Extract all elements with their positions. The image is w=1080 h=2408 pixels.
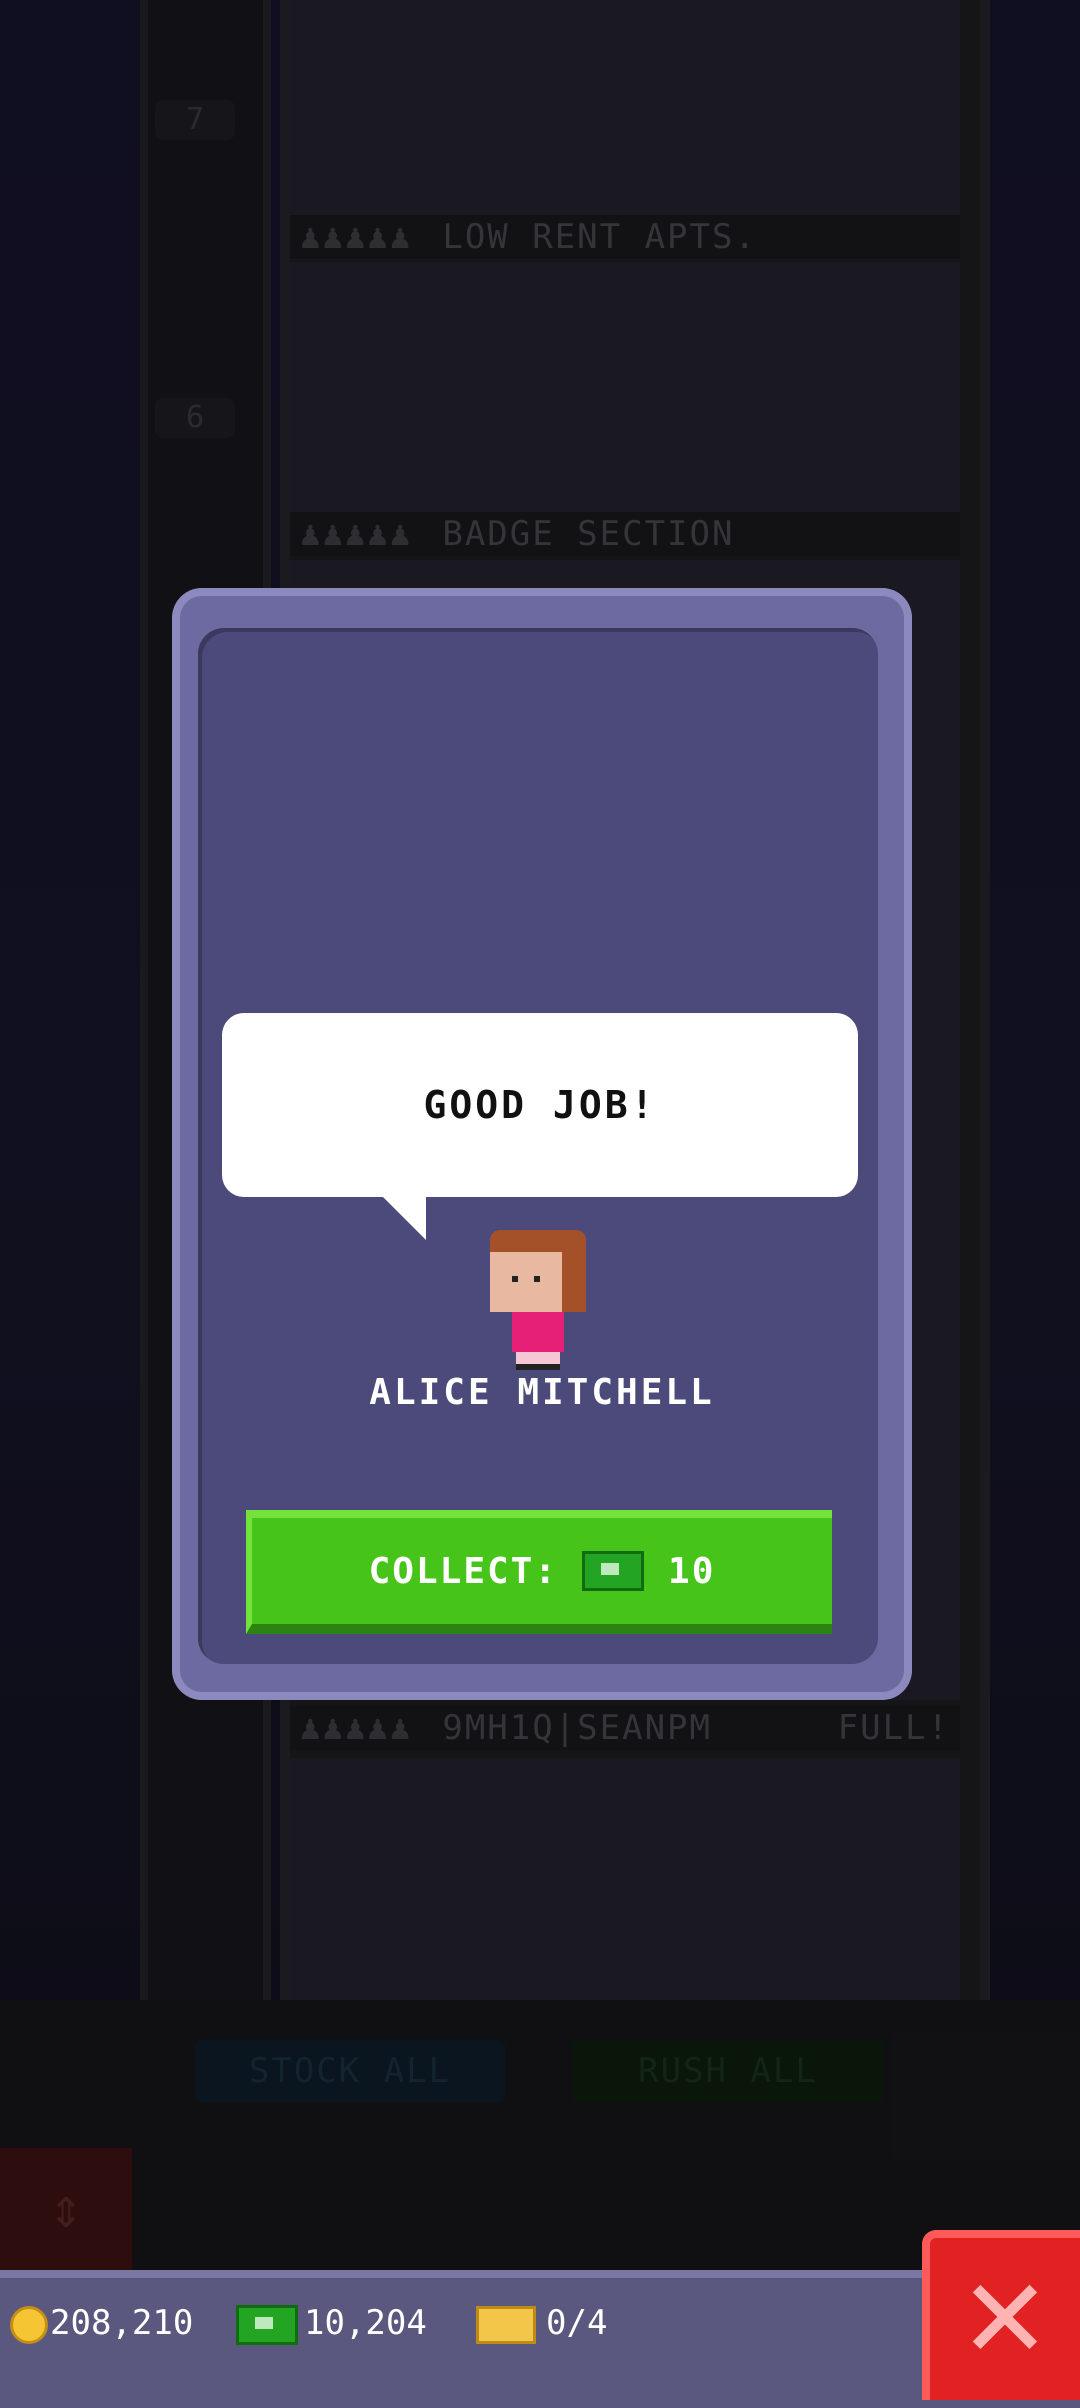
avatar-legs [516, 1352, 560, 1364]
tickets-counter: 0/4 [476, 2278, 607, 2368]
ticket-icon [476, 2305, 536, 2344]
bux-icon [582, 1551, 645, 1591]
speech-bubble: GOOD JOB! [222, 1013, 858, 1197]
collect-button[interactable]: COLLECT: 10 [246, 1510, 832, 1634]
coin-icon [10, 2305, 48, 2344]
close-icon: ✕ [958, 2255, 1052, 2383]
avatar-shirt [512, 1312, 564, 1352]
avatar-shoes [516, 1364, 560, 1370]
character-avatar [490, 1230, 590, 1370]
speech-bubble-tail [382, 1196, 426, 1240]
speech-text: GOOD JOB! [423, 1083, 657, 1127]
character-name: ALICE MITCHELL [369, 1372, 715, 1413]
bux-counter: 10,204 [236, 2278, 427, 2368]
bux-icon [236, 2304, 298, 2345]
collect-label: COLLECT: [368, 1550, 559, 1592]
currency-status-bar: 208,210 10,204 0/4 [0, 2270, 1080, 2408]
avatar-face [490, 1252, 562, 1312]
bux-value: 10,204 [304, 2303, 427, 2343]
coins-value: 208,210 [50, 2303, 194, 2343]
avatar-eye [512, 1276, 518, 1282]
tickets-value: 0/4 [546, 2303, 608, 2343]
close-button[interactable]: ✕ [922, 2230, 1080, 2400]
collect-amount: 10 [668, 1550, 716, 1592]
avatar-eye [534, 1276, 540, 1282]
coins-counter: 208,210 [10, 2278, 193, 2368]
